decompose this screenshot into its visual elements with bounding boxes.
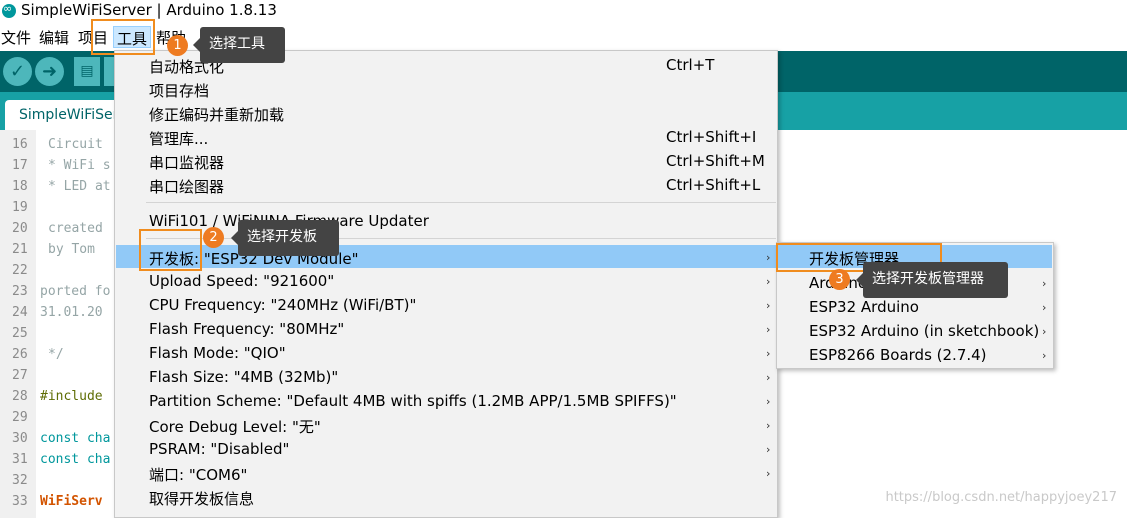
annotation-number-1: 1 xyxy=(167,35,188,56)
menu-edit[interactable]: 编辑 xyxy=(39,27,69,48)
submenu-arrow-icon: › xyxy=(766,371,771,384)
submenu-arrow-icon: › xyxy=(766,275,771,288)
new-icon[interactable]: ▤ xyxy=(74,57,100,86)
submenu-arrow-icon: › xyxy=(766,419,771,432)
submenu-arrow-icon: › xyxy=(766,299,771,312)
submenu-item-esp32-sketchbook[interactable]: ESP32 Arduino (in sketchbook) xyxy=(809,322,1039,340)
code-line: const cha xyxy=(40,431,111,446)
menu-item-partition-scheme[interactable]: Partition Scheme: "Default 4MB with spif… xyxy=(149,392,677,410)
menu-item-psram[interactable]: PSRAM: "Disabled" xyxy=(149,440,289,458)
submenu-arrow-icon: › xyxy=(766,467,771,480)
code-line: by Tom xyxy=(48,242,95,257)
open-icon[interactable] xyxy=(104,57,114,86)
menu-file[interactable]: 文件 xyxy=(1,27,31,48)
line-number: 20 xyxy=(12,221,28,236)
line-number: 18 xyxy=(12,179,28,194)
submenu-item-esp8266-boards[interactable]: ESP8266 Boards (2.7.4) xyxy=(809,346,987,364)
line-number: 26 xyxy=(12,347,28,362)
menu-item-flash-mode[interactable]: Flash Mode: "QIO" xyxy=(149,344,286,362)
shortcut-label: Ctrl+Shift+I xyxy=(666,128,757,146)
menu-item-serial-monitor[interactable]: 串口监视器 xyxy=(149,152,224,173)
menu-item-cpu-frequency[interactable]: CPU Frequency: "240MHz (WiFi/BT)" xyxy=(149,296,416,314)
line-number: 29 xyxy=(12,410,28,425)
submenu-arrow-icon: › xyxy=(766,323,771,336)
submenu-arrow-icon: › xyxy=(1042,325,1047,338)
menu-item-flash-size[interactable]: Flash Size: "4MB (32Mb)" xyxy=(149,368,338,386)
tab-sketch-label: SimpleWiFiSer xyxy=(19,107,119,123)
shortcut-label: Ctrl+Shift+M xyxy=(666,152,765,170)
annotation-tip-2: 选择开发板 xyxy=(231,220,339,256)
annotation-tip-3: 选择开发板管理器 xyxy=(856,262,1008,298)
submenu-item-esp32-arduino[interactable]: ESP32 Arduino xyxy=(809,298,919,316)
submenu-arrow-icon: › xyxy=(766,251,771,264)
submenu-arrow-icon: › xyxy=(1042,277,1047,290)
menu-item-port[interactable]: 端口: "COM6" xyxy=(149,464,247,485)
code-line: #include xyxy=(40,389,103,404)
line-number: 21 xyxy=(12,242,28,257)
code-line: * LED at xyxy=(48,179,111,194)
line-number: 17 xyxy=(12,158,28,173)
line-number: 25 xyxy=(12,326,28,341)
code-line: */ xyxy=(48,347,64,362)
menu-item-flash-frequency[interactable]: Flash Frequency: "80MHz" xyxy=(149,320,344,338)
line-number: 19 xyxy=(12,200,28,215)
menu-item-fix-encoding[interactable]: 修正编码并重新加载 xyxy=(149,104,284,125)
code-line: * WiFi s xyxy=(48,158,111,173)
shortcut-label: Ctrl+Shift+L xyxy=(666,176,761,194)
annotation-box-2 xyxy=(139,229,202,271)
menu-separator xyxy=(146,202,776,203)
submenu-arrow-icon: › xyxy=(766,443,771,456)
line-number: 31 xyxy=(12,452,28,467)
submenu-arrow-icon: › xyxy=(766,347,771,360)
code-line: const cha xyxy=(40,452,111,467)
line-number: 27 xyxy=(12,368,28,383)
line-number: 32 xyxy=(12,473,28,488)
window-title: SimpleWiFiServer | Arduino 1.8.13 xyxy=(21,1,277,19)
upload-icon[interactable]: ➜ xyxy=(35,57,64,86)
code-line: WiFiServ xyxy=(40,494,103,509)
submenu-arrow-icon: › xyxy=(766,395,771,408)
annotation-box-1 xyxy=(91,19,155,55)
line-number: 28 xyxy=(12,389,28,404)
verify-icon[interactable]: ✓ xyxy=(3,57,32,86)
code-line: 31.01.20 xyxy=(40,305,103,320)
menu-item-board-info[interactable]: 取得开发板信息 xyxy=(149,488,254,509)
menu-item-upload-speed[interactable]: Upload Speed: "921600" xyxy=(149,272,334,290)
code-line: created xyxy=(48,221,103,236)
submenu-arrow-icon: › xyxy=(1042,301,1047,314)
annotation-number-2: 2 xyxy=(203,227,224,248)
line-number: 30 xyxy=(12,431,28,446)
menu-item-serial-plotter[interactable]: 串口绘图器 xyxy=(149,176,224,197)
annotation-tip-1: 选择工具 xyxy=(193,27,285,63)
line-number: 16 xyxy=(12,137,28,152)
menu-item-manage-libraries[interactable]: 管理库... xyxy=(149,128,208,149)
watermark: https://blog.csdn.net/happyjoey217 xyxy=(885,490,1117,505)
code-line: ported fo xyxy=(40,284,111,299)
line-number: 33 xyxy=(12,494,28,509)
submenu-arrow-icon: › xyxy=(1042,349,1047,362)
shortcut-label: Ctrl+T xyxy=(666,56,715,74)
line-number: 23 xyxy=(12,284,28,299)
code-line: Circuit xyxy=(48,137,103,152)
line-number: 24 xyxy=(12,305,28,320)
arduino-logo-icon xyxy=(2,2,16,18)
menu-item-archive-sketch[interactable]: 项目存档 xyxy=(149,80,209,101)
annotation-number-3: 3 xyxy=(829,269,850,290)
menu-item-core-debug-level[interactable]: Core Debug Level: "无" xyxy=(149,416,321,437)
line-number: 22 xyxy=(12,263,28,278)
